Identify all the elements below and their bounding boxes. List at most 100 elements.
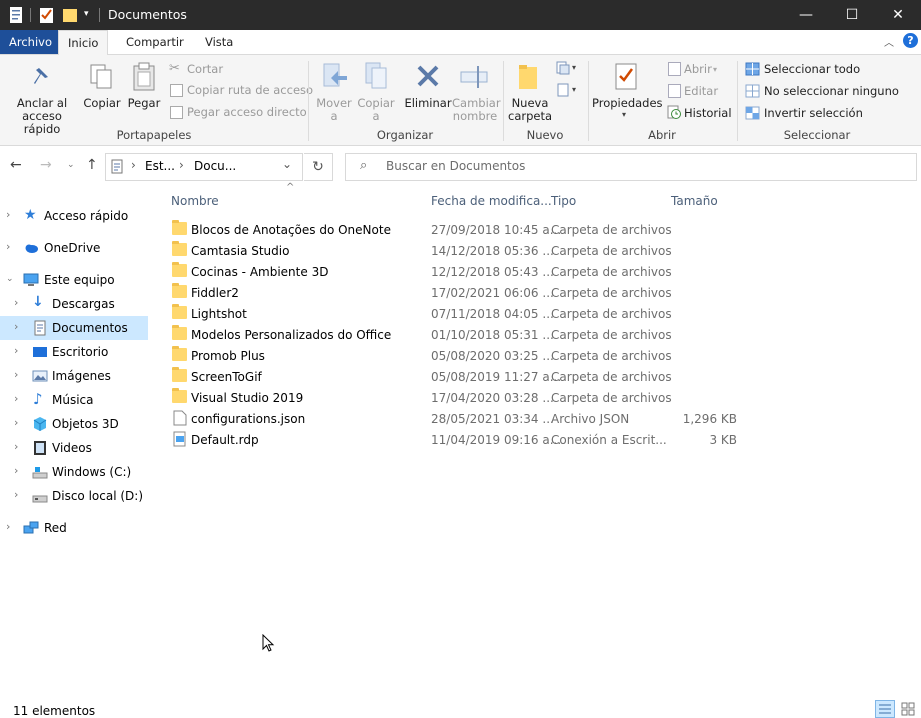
- tab-home[interactable]: Inicio: [58, 30, 109, 56]
- expand-chevron-icon[interactable]: ›: [14, 296, 18, 309]
- column-header-date[interactable]: Fecha de modifica...: [431, 194, 552, 208]
- nav-item-this-pc[interactable]: ⌄ Este equipo: [0, 268, 148, 292]
- file-row[interactable]: Lightshot 07/11/2018 04:05 ... Carpeta de …: [165, 303, 745, 324]
- nav-item-network[interactable]: › Red: [0, 516, 148, 540]
- recent-locations-icon[interactable]: ⌄: [67, 160, 75, 170]
- window-title: Documentos: [108, 7, 187, 22]
- column-header-type[interactable]: Tipo: [551, 194, 576, 208]
- expand-chevron-icon[interactable]: ›: [6, 520, 10, 533]
- nav-item-pictures[interactable]: › Imágenes: [0, 364, 148, 388]
- qat-dropdown-icon[interactable]: ▾: [84, 9, 89, 19]
- file-row[interactable]: configurations.json 28/05/2021 03:34 ... A…: [165, 408, 745, 429]
- refresh-icon[interactable]: ↻: [304, 153, 333, 181]
- expand-chevron-icon[interactable]: ›: [14, 368, 18, 381]
- easy-access-dropdown-icon[interactable]: ▾: [572, 85, 576, 94]
- nav-item-desktop[interactable]: › Escritorio: [0, 340, 148, 364]
- nav-item-local-disk-d[interactable]: › Disco local (D:): [0, 484, 148, 508]
- search-placeholder: Buscar en Documentos: [386, 159, 526, 173]
- properties-dropdown-icon[interactable]: ▾: [622, 110, 626, 119]
- tab-share[interactable]: Compartir: [117, 30, 193, 54]
- checklist-qat-icon[interactable]: [39, 6, 55, 24]
- file-type: Carpeta de archivos: [551, 349, 672, 363]
- close-button[interactable]: ✕: [875, 0, 921, 30]
- cut-button[interactable]: Cortar: [187, 63, 223, 76]
- address-dropdown-icon[interactable]: ⌄: [282, 157, 292, 171]
- file-date: 17/04/2020 03:28 ...: [431, 391, 554, 405]
- large-icons-view-icon[interactable]: [898, 700, 918, 718]
- expand-chevron-icon[interactable]: ›: [14, 392, 18, 405]
- expand-chevron-icon[interactable]: ›: [14, 416, 18, 429]
- expand-chevron-icon[interactable]: ›: [14, 320, 18, 333]
- group-organize-label: Organizar: [376, 128, 434, 142]
- history-button[interactable]: Historial: [684, 107, 732, 120]
- nav-item-downloads[interactable]: › ↓ Descargas: [0, 292, 148, 316]
- ribbon-separator: [737, 61, 738, 141]
- select-none-button[interactable]: No seleccionar ninguno: [764, 85, 899, 98]
- open-button[interactable]: Abrir: [684, 63, 712, 76]
- expand-chevron-icon[interactable]: ›: [14, 344, 18, 357]
- nav-item-music[interactable]: › ♪ Música: [0, 388, 148, 412]
- nav-item-onedrive[interactable]: › OneDrive: [0, 236, 148, 260]
- help-icon[interactable]: ?: [903, 33, 918, 48]
- move-to-button[interactable]: Mover a: [314, 97, 354, 123]
- nav-item-3d-objects[interactable]: › Objetos 3D: [0, 412, 148, 436]
- details-view-icon[interactable]: [875, 700, 895, 718]
- pin-quick-access-button[interactable]: Anclar al acceso rápido: [4, 97, 80, 136]
- open-dropdown-icon[interactable]: ▾: [713, 65, 717, 74]
- new-folder-qat-icon[interactable]: [62, 6, 78, 24]
- qat-separator: [30, 8, 31, 22]
- new-item-icon[interactable]: [556, 61, 570, 75]
- expand-chevron-icon[interactable]: ›: [6, 208, 10, 221]
- file-row[interactable]: Promob Plus 05/08/2020 03:25 ... Carpeta d…: [165, 345, 745, 366]
- file-row[interactable]: Modelos Personalizados do Office 01/10/20…: [165, 324, 745, 345]
- search-box[interactable]: ⌕ Buscar en Documentos: [345, 153, 917, 181]
- expand-chevron-icon[interactable]: ›: [14, 440, 18, 453]
- column-header-name[interactable]: Nombre: [171, 194, 219, 208]
- breadcrumb-this-pc[interactable]: Est...: [145, 159, 175, 173]
- file-row[interactable]: ScreenToGif 05/08/2019 11:27 a... Carpeta …: [165, 366, 745, 387]
- properties-qat-icon[interactable]: [8, 6, 24, 24]
- maximize-button[interactable]: ☐: [829, 0, 875, 30]
- invert-selection-button[interactable]: Invertir selección: [764, 107, 863, 120]
- copy-button[interactable]: Copiar: [82, 97, 122, 110]
- delete-button[interactable]: Eliminar: [404, 97, 452, 110]
- file-row[interactable]: Visual Studio 2019 17/04/2020 03:28 ... Ca…: [165, 387, 745, 408]
- nav-item-quick-access[interactable]: › ★ Acceso rápido: [0, 204, 148, 228]
- edit-button[interactable]: Editar: [684, 85, 718, 98]
- file-row[interactable]: Cocinas - Ambiente 3D 12/12/2018 05:43 ..…: [165, 261, 745, 282]
- back-arrow-icon[interactable]: ←: [10, 157, 22, 173]
- properties-button[interactable]: Propiedades: [592, 97, 663, 110]
- nav-item-windows-c[interactable]: › Windows (C:): [0, 460, 148, 484]
- paste-shortcut-button[interactable]: Pegar acceso directo: [187, 106, 307, 119]
- breadcrumb-documents[interactable]: Docu...: [194, 159, 236, 173]
- expand-chevron-icon[interactable]: ›: [6, 240, 10, 253]
- address-bar[interactable]: › Est... › Docu... ⌄: [105, 153, 303, 181]
- up-arrow-icon[interactable]: ↑: [86, 157, 98, 173]
- file-row[interactable]: Camtasia Studio 14/12/2018 05:36 ... Carpe…: [165, 240, 745, 261]
- paste-button[interactable]: Pegar: [124, 97, 164, 110]
- file-row[interactable]: Fiddler2 17/02/2021 06:06 ... Carpeta de a…: [165, 282, 745, 303]
- tab-view[interactable]: Vista: [196, 30, 242, 54]
- file-date: 01/10/2018 05:31 ...: [431, 328, 554, 342]
- new-folder-button[interactable]: Nueva carpeta: [508, 97, 552, 123]
- select-all-button[interactable]: Seleccionar todo: [764, 63, 860, 76]
- forward-arrow-icon[interactable]: →: [40, 157, 52, 173]
- copy-path-button[interactable]: Copiar ruta de acceso: [187, 84, 313, 97]
- folder-icon: [172, 304, 187, 319]
- nav-item-documents[interactable]: › Documentos: [0, 316, 148, 340]
- new-item-dropdown-icon[interactable]: ▾: [572, 63, 576, 72]
- file-row[interactable]: Default.rdp 11/04/2019 09:16 a... Conexión…: [165, 429, 745, 450]
- collapse-ribbon-icon[interactable]: ︿: [884, 34, 894, 49]
- tab-file[interactable]: Archivo: [0, 30, 61, 54]
- rename-button[interactable]: Cambiar nombre: [452, 97, 501, 123]
- minimize-button[interactable]: —: [783, 0, 829, 30]
- file-row[interactable]: Blocos de Anotações do OneNote 27/09/2018…: [165, 219, 745, 240]
- nav-label: OneDrive: [44, 241, 101, 255]
- expand-chevron-icon[interactable]: ›: [14, 464, 18, 477]
- column-header-size[interactable]: Tamaño: [671, 194, 718, 208]
- expand-chevron-icon[interactable]: ›: [14, 488, 18, 501]
- nav-item-videos[interactable]: › Videos: [0, 436, 148, 460]
- easy-access-icon[interactable]: [556, 83, 570, 97]
- collapse-chevron-icon[interactable]: ⌄: [6, 274, 14, 284]
- copy-to-button[interactable]: Copiar a: [356, 97, 396, 123]
